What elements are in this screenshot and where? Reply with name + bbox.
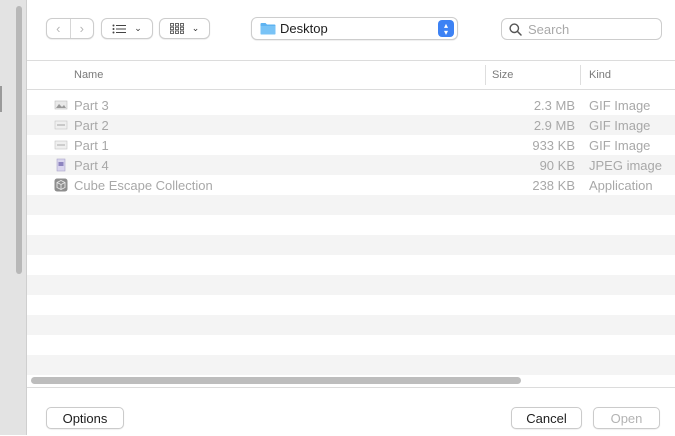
navigation-buttons: ‹ ›: [46, 18, 94, 39]
back-button[interactable]: ‹: [47, 19, 70, 38]
column-kind[interactable]: Kind: [589, 69, 611, 81]
file-list: Name Size Kind Part 3 2.3 MB GIF Image P…: [27, 60, 675, 388]
file-name: Part 1: [74, 138, 109, 153]
grid-view-icon: [169, 23, 184, 34]
empty-row: [27, 235, 675, 255]
application-icon: [54, 178, 68, 192]
forward-button[interactable]: ›: [69, 19, 94, 38]
file-kind: JPEG image: [589, 158, 662, 173]
chevron-right-icon: ›: [79, 21, 84, 36]
empty-row: [27, 355, 675, 375]
file-name: Cube Escape Collection: [74, 178, 213, 193]
file-size: 2.9 MB: [533, 118, 575, 133]
file-kind: GIF Image: [589, 118, 651, 133]
sidebar-scrollbar[interactable]: [16, 6, 22, 274]
file-name: Part 2: [74, 118, 109, 133]
file-row[interactable]: Part 4 90 KB JPEG image: [27, 155, 675, 175]
empty-row: [27, 195, 675, 215]
file-row[interactable]: Part 2 2.9 MB GIF Image: [27, 115, 675, 135]
search-field[interactable]: [501, 18, 662, 40]
updown-chevron-icon: ▴ ▾: [438, 20, 454, 37]
empty-row: [27, 255, 675, 275]
column-divider[interactable]: [580, 65, 581, 85]
options-button[interactable]: Options: [46, 407, 124, 429]
location-label: Desktop: [280, 21, 328, 36]
file-rows: Part 3 2.3 MB GIF Image Part 2 2.9 MB GI…: [27, 95, 675, 375]
dialog-footer: Options Cancel Open: [27, 387, 675, 436]
group-view-button[interactable]: ⌄: [159, 18, 210, 39]
sidebar-edge: [0, 86, 2, 112]
chevron-down-icon: ⌄: [134, 23, 142, 33]
toolbar: ‹ › ⌄ ⌄ Desktop ▴ ▾ Search: [27, 0, 675, 60]
file-size: 90 KB: [539, 158, 575, 173]
file-size: 933 KB: [532, 138, 575, 153]
file-kind: GIF Image: [589, 98, 651, 113]
gif-file-icon: [54, 120, 68, 130]
file-row[interactable]: Part 1 933 KB GIF Image: [27, 135, 675, 155]
list-view-button[interactable]: ⌄: [101, 18, 153, 39]
file-size: 238 KB: [532, 178, 575, 193]
empty-row: [27, 295, 675, 315]
file-kind: Application: [589, 178, 653, 193]
column-name[interactable]: Name: [74, 69, 103, 81]
file-kind: GIF Image: [589, 138, 651, 153]
horizontal-scrollbar[interactable]: [31, 377, 521, 384]
list-view-icon: [112, 24, 127, 33]
file-size: 2.3 MB: [533, 98, 575, 113]
gif-file-icon: [54, 100, 68, 110]
file-row[interactable]: Part 3 2.3 MB GIF Image: [27, 95, 675, 115]
search-input[interactable]: [528, 21, 656, 37]
empty-row: [27, 215, 675, 235]
empty-row: [27, 275, 675, 295]
column-divider[interactable]: [485, 65, 486, 85]
cancel-button[interactable]: Cancel: [511, 407, 582, 429]
folder-icon: [260, 23, 276, 35]
search-icon: [509, 23, 522, 36]
file-row[interactable]: Cube Escape Collection 238 KB Applicatio…: [27, 175, 675, 195]
sidebar: [0, 0, 27, 435]
chevron-down-icon: ⌄: [191, 23, 200, 33]
jpeg-file-icon: [56, 158, 66, 172]
file-name: Part 4: [74, 158, 109, 173]
location-popup[interactable]: Desktop ▴ ▾: [251, 17, 458, 40]
empty-row: [27, 335, 675, 355]
column-header: Name Size Kind: [27, 61, 675, 90]
gif-file-icon: [54, 140, 68, 150]
empty-row: [27, 315, 675, 335]
open-button[interactable]: Open: [593, 407, 660, 429]
file-name: Part 3: [74, 98, 109, 113]
chevron-left-icon: ‹: [56, 21, 61, 36]
column-size[interactable]: Size: [492, 69, 513, 81]
